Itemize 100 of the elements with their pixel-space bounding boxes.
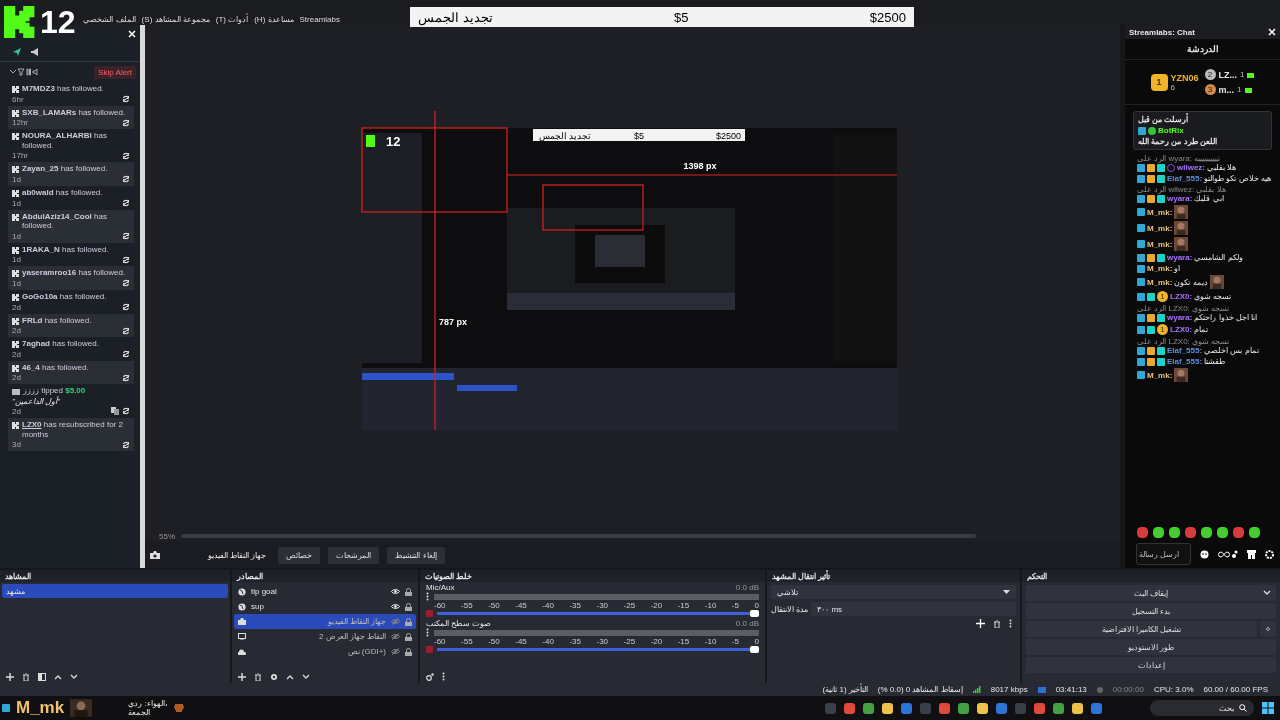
app-icon[interactable] — [1072, 702, 1083, 714]
lock-icon[interactable] — [405, 602, 412, 611]
down-icon[interactable] — [302, 673, 310, 680]
more-icon[interactable] — [426, 628, 429, 637]
eye-icon[interactable] — [391, 588, 400, 595]
more-icon[interactable] — [426, 592, 429, 601]
megaphone-icon[interactable] — [30, 47, 40, 57]
emote-icon[interactable] — [1153, 526, 1164, 538]
toolbar-button[interactable]: إلغاء التنشيط — [387, 546, 445, 564]
filter-icon[interactable] — [10, 68, 40, 76]
replay-icon[interactable] — [122, 440, 130, 449]
username[interactable]: M_mk: — [1147, 370, 1173, 380]
close-icon[interactable] — [128, 30, 136, 38]
hidden-eye-icon[interactable] — [391, 648, 400, 655]
replay-icon[interactable] — [122, 350, 130, 359]
chat-tab[interactable]: الدردشة — [1125, 39, 1280, 60]
toolbar-button[interactable]: المرشحات — [328, 546, 380, 564]
settings-icon[interactable] — [1265, 549, 1274, 559]
username[interactable]: M_mk: — [1147, 223, 1173, 233]
settings-button[interactable] — [1260, 621, 1276, 637]
replay-icon[interactable] — [122, 326, 130, 335]
username[interactable]: LZX0: — [1170, 292, 1193, 301]
emote-icon[interactable] — [1185, 526, 1196, 538]
trash-icon[interactable] — [22, 672, 30, 681]
replay-icon[interactable] — [122, 118, 130, 127]
more-icon[interactable] — [1009, 619, 1012, 628]
skip-alert-button[interactable]: Skip Alert — [94, 65, 136, 79]
replay-icon[interactable] — [122, 279, 130, 288]
control-button[interactable]: إعدادات — [1026, 657, 1276, 673]
app-icon[interactable] — [1053, 702, 1064, 714]
menu-item[interactable]: مجموعة المشاهد (S) — [141, 15, 210, 24]
emote-icon[interactable] — [1217, 526, 1228, 538]
source-item[interactable]: جهاز التقاط الفيديو — [234, 614, 416, 629]
trash-icon[interactable] — [254, 672, 262, 681]
source-item[interactable]: sup — [234, 599, 416, 614]
menu-item[interactable]: Streamlabs — [299, 15, 340, 24]
volume-slider[interactable] — [437, 610, 759, 617]
app-icon[interactable] — [844, 702, 855, 714]
username[interactable]: Elaf_555: — [1167, 357, 1203, 366]
settings-icon[interactable] — [426, 672, 434, 681]
emote-icon[interactable] — [1169, 526, 1180, 538]
replay-icon[interactable] — [122, 95, 130, 104]
emote-icon[interactable] — [1249, 526, 1260, 538]
replay-icon[interactable] — [122, 373, 130, 382]
add-icon[interactable] — [238, 672, 246, 681]
infinity-icon[interactable] — [1218, 549, 1238, 559]
emote-icon[interactable] — [1137, 526, 1148, 538]
emote-icon[interactable] — [1201, 526, 1212, 538]
up-icon[interactable] — [54, 673, 62, 680]
username[interactable]: LZX0: — [1170, 325, 1193, 334]
username[interactable]: M_mk: — [1147, 239, 1173, 249]
username[interactable]: wyara: — [1167, 253, 1193, 262]
volume-slider[interactable] — [437, 646, 759, 653]
send-icon[interactable] — [12, 47, 22, 57]
app-icon[interactable] — [863, 702, 874, 714]
up-icon[interactable] — [286, 673, 294, 680]
emote-icon[interactable] — [1233, 526, 1244, 538]
username[interactable]: M_mk: — [1147, 264, 1173, 273]
replay-icon[interactable] — [122, 232, 130, 241]
add-icon[interactable] — [6, 672, 14, 681]
zoom-level[interactable]: 55% — [159, 531, 175, 541]
start-icon[interactable] — [1262, 702, 1274, 714]
lock-icon[interactable] — [405, 617, 412, 626]
lock-icon[interactable] — [405, 632, 412, 641]
message-field[interactable]: ارسل رسالة — [1136, 543, 1191, 565]
source-item[interactable]: التقاط جهاز العرض 2 — [234, 629, 416, 644]
transition-select[interactable]: تلاشي — [771, 585, 1016, 599]
app-icon[interactable] — [977, 702, 988, 714]
replay-icon[interactable] — [122, 199, 130, 208]
replay-icon[interactable] — [122, 175, 130, 184]
hidden-eye-icon[interactable] — [391, 633, 400, 640]
more-icon[interactable] — [442, 672, 445, 681]
trash-icon[interactable] — [993, 619, 1001, 628]
app-icon[interactable] — [882, 702, 893, 714]
menu-item[interactable]: مساعدة (H) — [254, 15, 294, 24]
username[interactable]: M_mk: — [1147, 277, 1173, 287]
settings-icon[interactable] — [270, 672, 278, 681]
scene-item[interactable]: مشهد — [2, 584, 228, 598]
search-field[interactable]: بحث — [1150, 700, 1254, 716]
username[interactable]: wyara: — [1167, 194, 1193, 203]
control-button[interactable]: إيقاف البث — [1026, 585, 1276, 601]
duration-field[interactable]: ٣٠٠ ms — [811, 602, 1016, 616]
toolbar-button[interactable]: خصائص — [278, 546, 321, 564]
username[interactable]: Elaf_555: — [1167, 174, 1203, 183]
control-button[interactable]: طور الاستوديو — [1026, 639, 1276, 655]
menu-item[interactable]: الملف الشخصي — [83, 15, 136, 24]
replay-icon[interactable] — [122, 407, 130, 416]
username[interactable]: M_mk: — [1147, 207, 1173, 217]
emoji-icon[interactable] — [1200, 549, 1209, 559]
app-icon[interactable] — [1034, 702, 1045, 714]
source-item[interactable]: tip goal — [234, 584, 416, 599]
replay-icon[interactable] — [122, 255, 130, 264]
control-button[interactable]: تشغيل الكاميرا الافتراضية — [1026, 621, 1257, 637]
lock-icon[interactable] — [405, 647, 412, 656]
down-icon[interactable] — [70, 673, 78, 680]
store-icon[interactable] — [1247, 549, 1256, 559]
lock-icon[interactable] — [405, 587, 412, 596]
username[interactable]: wyara: — [1167, 313, 1193, 322]
replay-icon[interactable] — [122, 151, 130, 160]
app-icon[interactable] — [958, 702, 969, 714]
